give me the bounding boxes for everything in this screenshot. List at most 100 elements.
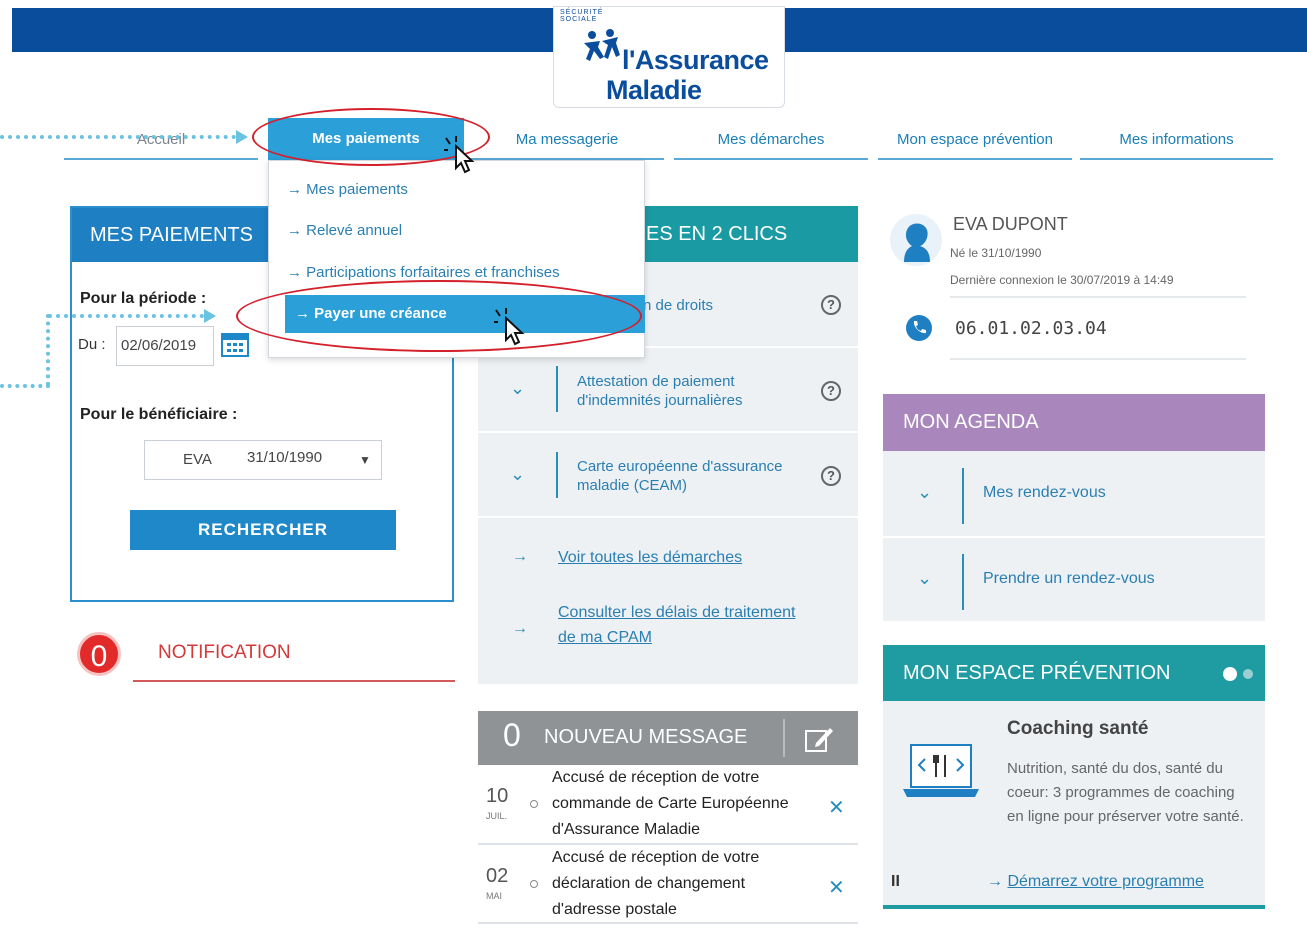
row-divider: [478, 431, 858, 433]
notification-divider: [133, 680, 455, 682]
arrow-right-icon: →: [512, 620, 528, 637]
avatar-icon[interactable]: [890, 214, 942, 266]
messages-header[interactable]: 0 NOUVEAU MESSAGE: [478, 711, 858, 765]
message-line: déclaration de changement: [552, 875, 746, 892]
arrow-right-icon: →: [512, 548, 528, 565]
beneficiary-birth: 31/10/1990: [247, 449, 323, 466]
unread-dot-icon: [530, 880, 538, 888]
agenda-title: MON AGENDA: [883, 394, 1265, 451]
chevron-down-icon[interactable]: ⌄: [917, 482, 932, 503]
message-text: Accusé de réception de votre déclaration…: [552, 845, 827, 923]
chevron-down-icon[interactable]: ⌄: [510, 378, 525, 399]
beneficiary-name: EVA: [183, 451, 212, 468]
chevron-down-icon[interactable]: ⌄: [917, 568, 932, 589]
link-cpam[interactable]: de ma CPAM: [558, 625, 652, 650]
close-icon[interactable]: ✕: [828, 875, 845, 900]
edit-icon[interactable]: [804, 725, 834, 753]
start-program-link[interactable]: → Démarrez votre programme: [987, 873, 1204, 891]
unread-dot-icon: [530, 800, 538, 808]
demarche-attestation-ij[interactable]: Attestation de paiement d'indemnités jou…: [577, 372, 742, 410]
guide-arrow-icon: [236, 130, 248, 144]
guide-line: [48, 314, 204, 318]
nav-mes-informations[interactable]: Mes informations: [1080, 126, 1273, 160]
coaching-title: Coaching santé: [1007, 718, 1149, 739]
nav-mes-demarches[interactable]: Mes démarches: [674, 126, 868, 160]
link-all-demarches[interactable]: Voir toutes les démarches: [558, 545, 742, 570]
message-month: MAI: [486, 891, 503, 901]
messages-count: 0: [503, 717, 521, 753]
demarche-ceam[interactable]: Carte européenne d'assurance maladie (CE…: [577, 457, 783, 495]
notification-label[interactable]: NOTIFICATION: [158, 642, 291, 664]
menu-item-participations-forfaitaires[interactable]: → Participations forfaitaires et franchi…: [287, 264, 560, 281]
annotation-oval: [236, 280, 642, 352]
prevention-panel: MON ESPACE PRÉVENTION Coaching santé Nut…: [883, 645, 1265, 909]
logo-line-1: l'Assurance: [622, 45, 769, 75]
guide-line: [0, 384, 50, 388]
chevron-down-icon[interactable]: ⌄: [510, 464, 525, 485]
nav-ma-messagerie[interactable]: Ma messagerie: [470, 126, 664, 160]
carousel-dot-active[interactable]: [1223, 667, 1237, 681]
row-divider: [883, 536, 1265, 538]
message-line: Accusé de réception de votre: [552, 849, 760, 866]
from-date-input[interactable]: 02/06/2019: [116, 326, 214, 366]
calendar-icon[interactable]: [220, 330, 250, 358]
message-line: commande de Carte Européenne: [552, 795, 789, 812]
logo-line-2: Maladie: [606, 75, 702, 105]
chevron-down-icon: ▼: [359, 453, 371, 467]
start-program-label: Démarrez votre programme: [1007, 873, 1204, 890]
agenda-panel: MON AGENDA ⌄ Mes rendez-vous ⌄ Prendre u…: [883, 394, 1265, 621]
user-last-login: Dernière connexion le 30/07/2019 à 14:49: [950, 273, 1174, 287]
user-name: EVA DUPONT: [953, 214, 1068, 234]
logo-figures-icon: [584, 29, 620, 61]
phone-icon: [906, 315, 932, 341]
guide-line: [0, 135, 236, 139]
messages-divider: [783, 719, 785, 757]
message-month: JUIL.: [486, 811, 508, 821]
message-text: Accusé de réception de votre commande de…: [552, 765, 827, 843]
menu-item-releve-annuel[interactable]: → Relevé annuel: [287, 222, 402, 239]
user-birth: Né le 31/10/1990: [950, 246, 1042, 260]
laptop-icon: [903, 744, 979, 797]
close-icon[interactable]: ✕: [828, 795, 845, 820]
messages-title: NOUVEAU MESSAGE: [544, 726, 748, 748]
nav-mon-espace-prevention[interactable]: Mon espace prévention: [878, 126, 1072, 160]
help-icon[interactable]: ?: [821, 295, 841, 315]
message-item[interactable]: 10 JUIL. Accusé de réception de votre co…: [478, 765, 858, 845]
guide-line: [46, 314, 50, 386]
demarche-droits[interactable]: n de droits: [643, 296, 713, 315]
cursor-icon: [494, 308, 525, 346]
search-button[interactable]: RECHERCHER: [130, 510, 396, 550]
agenda-prendre-rendez-vous[interactable]: Prendre un rendez-vous: [983, 570, 1155, 588]
messages-bottom-divider: [478, 922, 858, 924]
help-icon[interactable]: ?: [821, 381, 841, 401]
nav-accueil[interactable]: Accueil: [64, 126, 258, 160]
row-bar: [556, 452, 558, 498]
row-bar: [962, 468, 964, 524]
row-divider: [478, 516, 858, 518]
guide-arrow-icon: [204, 309, 216, 323]
link-delais-traitement[interactable]: Consulter les délais de traitement: [558, 600, 795, 625]
beneficiary-select[interactable]: EVA 31/10/1990 ▼: [144, 440, 382, 480]
help-icon[interactable]: ?: [821, 466, 841, 486]
beneficiary-label: Pour le bénéficiaire :: [80, 406, 238, 423]
prevention-title: MON ESPACE PRÉVENTION: [883, 645, 1265, 701]
arrow-right-icon: →: [987, 873, 1003, 890]
menu-item-mes-paiements[interactable]: → Mes paiements: [287, 181, 408, 198]
message-line: d'adresse postale: [552, 901, 677, 918]
user-phone: 06.01.02.03.04: [955, 318, 1107, 339]
carousel-dot[interactable]: [1243, 669, 1253, 679]
notification-count-badge: 0: [77, 632, 121, 676]
logo[interactable]: SÉCURITÉ SOCIALE l'Assurance Maladie: [553, 6, 785, 108]
from-label: Du :: [78, 336, 106, 353]
message-item[interactable]: 02 MAI Accusé de réception de votre décl…: [478, 845, 858, 923]
coaching-description: Nutrition, santé du dos, santé du coeur:…: [1007, 760, 1244, 825]
message-day: 02: [486, 865, 509, 887]
message-day: 10: [486, 785, 509, 807]
user-divider: [950, 358, 1246, 360]
cursor-icon: [444, 136, 475, 174]
row-bar: [556, 366, 558, 412]
agenda-mes-rendez-vous[interactable]: Mes rendez-vous: [983, 484, 1106, 502]
period-label: Pour la période :: [80, 290, 207, 307]
pause-icon[interactable]: II: [891, 873, 900, 891]
prevention-bottom-bar: [883, 905, 1265, 909]
